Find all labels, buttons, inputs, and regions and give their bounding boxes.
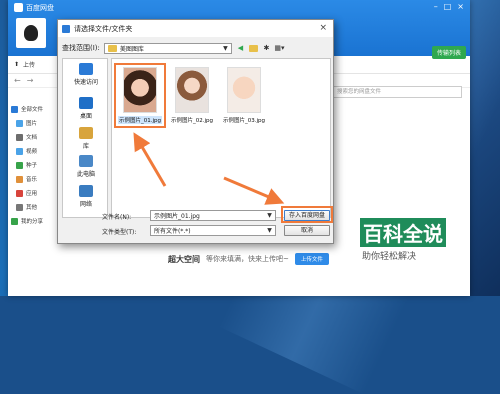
sidebar-item-icon	[16, 203, 23, 211]
lookin-row: 查找范围(I): 美图图库 ▼ ◀ ✱ ▦▾	[62, 42, 330, 54]
place-label: 桌面	[79, 113, 92, 120]
forward-icon[interactable]: →	[27, 76, 34, 85]
upload-icon: ⬆	[14, 61, 20, 68]
new-folder-icon[interactable]: ✱	[262, 44, 271, 53]
file-dialog: 请选择文件/文件夹 × 查找范围(I): 美图图库 ▼ ◀ ✱ ▦▾ 快速访问桌…	[57, 19, 334, 244]
file-item[interactable]: 示例图片_01.jpg	[114, 63, 166, 128]
sidebar-item-icon	[16, 161, 23, 169]
folder-icon	[107, 44, 117, 52]
lookin-value: 美图图库	[119, 45, 144, 53]
filetype-value: 所有文件(*.*)	[154, 228, 191, 235]
place-icon	[79, 155, 93, 167]
file-list: 示例图片_01.jpg 示例图片_02.jpg 示例图片_03.jpg	[111, 58, 331, 218]
watermark-sub: 助你轻松解决	[360, 249, 419, 262]
filetype-select[interactable]: 所有文件(*.*) ▼	[150, 225, 276, 236]
sidebar-item-label: 全部文件	[21, 107, 44, 113]
place-label: 此电脑	[76, 171, 95, 178]
place-icon	[79, 63, 93, 75]
place-item[interactable]: 此电脑	[63, 155, 109, 178]
place-icon	[79, 185, 93, 197]
file-item[interactable]: 示例图片_03.jpg	[222, 67, 266, 124]
sidebar-item-icon	[16, 119, 23, 127]
file-thumbnail	[123, 67, 157, 113]
sidebar-item-label: 其他	[26, 205, 38, 211]
empty-state-title: 超大空间	[168, 254, 200, 264]
up-folder-icon[interactable]	[248, 44, 258, 53]
sidebar-item-label: 图片	[26, 121, 38, 127]
file-name: 示例图片_03.jpg	[222, 118, 265, 124]
sidebar-item-label: 我的分享	[21, 219, 44, 225]
sidebar-item-label: 应用	[26, 191, 38, 197]
filetype-label: 文件类型(T):	[102, 229, 137, 236]
lookin-select[interactable]: 美图图库 ▼	[103, 42, 232, 54]
sidebar-item-label: 音乐	[26, 177, 38, 183]
sidebar-item-icon	[16, 147, 23, 155]
chevron-down-icon: ▼	[267, 227, 272, 234]
places-bar: 快速访问桌面库此电脑网络	[62, 58, 108, 218]
file-name: 示例图片_01.jpg	[118, 116, 162, 124]
app-logo-icon	[14, 3, 23, 12]
sidebar-item-icon	[16, 189, 23, 197]
sidebar-item-label: 种子	[26, 163, 38, 169]
minimize-icon[interactable]: –	[434, 2, 438, 11]
watermark: 百科全说 助你轻松解决	[360, 218, 480, 262]
sidebar-item-icon	[16, 175, 23, 183]
back-icon[interactable]: ←	[14, 76, 21, 85]
sidebar-item-label: 文档	[26, 135, 38, 141]
save-button-highlight	[281, 206, 333, 223]
avatar[interactable]	[16, 18, 46, 48]
window-controls: – □ ×	[434, 2, 464, 11]
place-label: 快速访问	[73, 79, 98, 86]
transfer-list-button[interactable]: 传输列表	[431, 46, 466, 59]
watermark-main: 百科全说	[360, 218, 446, 247]
sidebar-item-icon	[11, 217, 18, 225]
sidebar-item-icon	[11, 105, 18, 113]
lookin-label: 查找范围(I):	[62, 44, 100, 52]
dialog-title: 请选择文件/文件夹	[74, 24, 133, 33]
empty-state: 超大空间 等你来填满，快来上传吧~ 上传文件	[168, 253, 329, 265]
chevron-down-icon: ▼	[267, 212, 272, 219]
place-icon	[79, 127, 93, 139]
dialog-icon	[62, 24, 70, 33]
place-item[interactable]: 桌面	[63, 97, 109, 120]
place-item[interactable]: 快速访问	[63, 63, 109, 86]
place-item[interactable]: 网络	[63, 185, 109, 208]
sidebar-item-label: 视频	[26, 149, 38, 155]
filename-label: 文件名(N):	[102, 214, 132, 221]
upload-button[interactable]: 上传	[23, 60, 35, 69]
filename-value: 示例图片_01.jpg	[154, 213, 200, 220]
place-icon	[79, 97, 93, 109]
cancel-button[interactable]: 取消	[284, 225, 330, 236]
file-thumbnail	[227, 67, 261, 113]
chevron-down-icon: ▼	[223, 44, 228, 52]
maximize-icon[interactable]: □	[444, 2, 452, 11]
place-label: 网络	[79, 201, 92, 208]
back-arrow-icon[interactable]: ◀	[236, 44, 245, 53]
place-item[interactable]: 库	[63, 127, 109, 150]
app-title: 百度网盘	[26, 4, 54, 12]
close-icon[interactable]: ×	[319, 23, 327, 33]
place-label: 库	[82, 143, 89, 150]
upload-file-button[interactable]: 上传文件	[294, 253, 329, 265]
filename-input[interactable]: 示例图片_01.jpg ▼	[150, 210, 276, 221]
file-item[interactable]: 示例图片_02.jpg	[170, 67, 214, 124]
search-input[interactable]: 搜索您的网盘文件	[332, 86, 462, 98]
file-name: 示例图片_02.jpg	[170, 118, 213, 124]
sidebar-item-icon	[16, 133, 23, 141]
file-thumbnail	[175, 67, 209, 113]
empty-state-text: 等你来填满，快来上传吧~	[206, 255, 289, 263]
dialog-titlebar: 请选择文件/文件夹 ×	[58, 20, 333, 37]
view-menu-icon[interactable]: ▦▾	[274, 44, 284, 53]
close-icon[interactable]: ×	[457, 2, 464, 11]
